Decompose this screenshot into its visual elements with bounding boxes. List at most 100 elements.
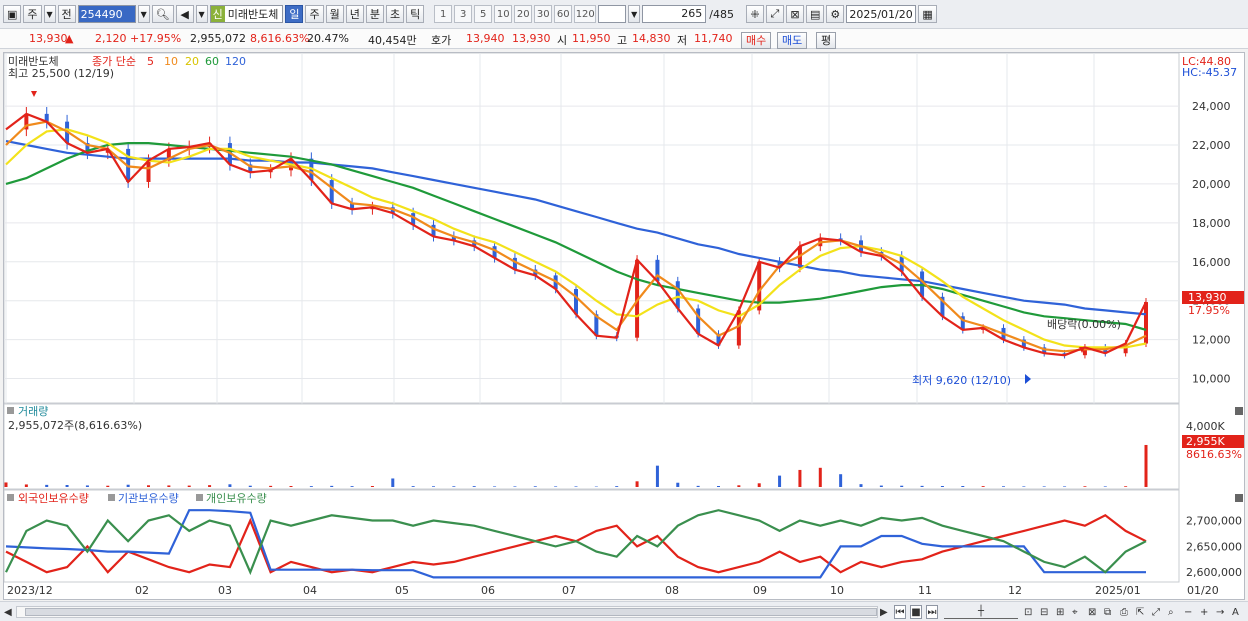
volume-bar: [411, 486, 415, 487]
sell-button[interactable]: 매도: [777, 32, 808, 49]
custom-interval-input[interactable]: [598, 5, 627, 23]
prev-button[interactable]: 전: [57, 5, 76, 23]
ma-legend-60: 60: [205, 55, 219, 68]
chart-area[interactable]: 미래반도체 종가 단순 5 10 20 60 120 최고 25,500 (12…: [3, 52, 1245, 600]
search-icon[interactable]: 🔍︎: [151, 5, 174, 23]
period-tick-tab[interactable]: 틱: [406, 5, 425, 23]
volume-bar: [269, 485, 273, 487]
volume-bar: [554, 486, 558, 487]
scroll-thumb[interactable]: [25, 608, 877, 616]
volume-bar: [533, 486, 537, 487]
buy-button[interactable]: 매수: [741, 32, 772, 49]
market-select[interactable]: 주: [23, 5, 42, 23]
volume-bar: [696, 485, 700, 487]
date-axis-right-label: 01/20: [1187, 584, 1219, 597]
split-icon[interactable]: ⊟: [1040, 605, 1048, 619]
volume-close-icon[interactable]: [1235, 407, 1243, 415]
period-year-tab[interactable]: 년: [345, 5, 364, 23]
interval-dropdown-icon[interactable]: ▼: [628, 5, 641, 23]
speaker-icon[interactable]: ◀: [175, 5, 194, 23]
scroll-left-icon[interactable]: ◀: [4, 605, 12, 619]
interval-3[interactable]: 3: [454, 5, 473, 23]
bottom-scrollbar: ◀ ▶ ⏮ ■ ⏭ ┼ ⊡ ⊟ ⊞ ⌖ ⊠ ⧉ ⎙ ⇱ ⤢ ⌕ − + → A: [0, 601, 1248, 621]
interval-20[interactable]: 20: [514, 5, 533, 23]
holding-close-icon[interactable]: [1235, 494, 1243, 502]
holding-legend-separator-icon: [108, 494, 115, 501]
high-price: 14,830: [632, 32, 671, 45]
period-day-tab[interactable]: 일: [285, 5, 304, 23]
period-second-tab[interactable]: 초: [385, 5, 405, 23]
data-count-input[interactable]: 265: [642, 5, 707, 23]
code-dropdown-icon[interactable]: ▼: [137, 5, 150, 23]
volume-bar: [350, 486, 354, 487]
crosshair-icon[interactable]: ⌖: [1072, 605, 1078, 619]
volume-bar: [961, 486, 965, 487]
volume-bar: [1103, 486, 1107, 487]
volume-bar: [900, 485, 904, 487]
volume-bar: [493, 486, 497, 487]
interval-120[interactable]: 120: [574, 5, 597, 23]
stock-name-box[interactable]: 신 미래반도체: [209, 5, 284, 23]
stop-icon[interactable]: ■: [910, 605, 922, 619]
zoom-out-icon[interactable]: −: [1184, 605, 1192, 619]
average-button[interactable]: 평: [816, 32, 837, 49]
interval-10[interactable]: 10: [494, 5, 513, 23]
date-axis: 2023/12 02 03 04 05 06 07 08 09 10 11 12 2025/01: [7, 584, 1141, 597]
volume-bar: [1022, 486, 1026, 487]
date-input[interactable]: 2025/01/20: [846, 5, 917, 23]
period-minute-tab[interactable]: 분: [365, 5, 384, 23]
text-icon[interactable]: A: [1232, 605, 1239, 619]
chart-canvas[interactable]: 미래반도체 종가 단순 5 10 20 60 120 최고 25,500 (12…: [3, 52, 1244, 599]
grid-icon[interactable]: ⁜: [745, 5, 764, 23]
interval-5[interactable]: 5: [474, 5, 493, 23]
capture-icon[interactable]: ⊠: [1088, 605, 1096, 619]
compare-icon[interactable]: ⊠: [785, 5, 804, 23]
zoom-in-icon[interactable]: +: [1200, 605, 1208, 619]
copy-icon[interactable]: ⧉: [1104, 605, 1111, 619]
period-week-tab[interactable]: 주: [305, 5, 324, 23]
price-tick-label: 20,000: [1192, 178, 1231, 191]
draw-tool-icon[interactable]: ⤢: [765, 5, 784, 23]
zoom-slider[interactable]: ┼: [944, 605, 1018, 619]
interval-1[interactable]: 1: [434, 5, 453, 23]
volume-bar: [1063, 486, 1067, 487]
stock-code-input[interactable]: 254490: [77, 5, 136, 23]
scroll-start-icon[interactable]: ⏮: [894, 605, 906, 619]
volume-bar: [778, 475, 782, 487]
change-amount: 2,120: [95, 32, 127, 45]
market-dropdown-icon[interactable]: ▼: [43, 5, 56, 23]
date-axis-label: 2025/01: [1095, 584, 1141, 597]
calendar-icon[interactable]: ▦: [918, 5, 937, 23]
period-month-tab[interactable]: 월: [325, 5, 344, 23]
font-size-icon[interactable]: →: [1216, 605, 1224, 619]
fullscreen-icon[interactable]: ⤢: [1152, 605, 1160, 619]
volume-bar: [370, 486, 374, 487]
up-arrow-icon: ▲: [65, 32, 74, 45]
volume-bar: [432, 486, 435, 487]
volume-bar: [126, 484, 130, 487]
volume-bar: [228, 484, 232, 487]
print-icon[interactable]: ⎙: [1120, 605, 1128, 619]
settings-gear-icon[interactable]: ⚙: [826, 5, 845, 23]
volume-bar: [147, 485, 150, 487]
export-icon[interactable]: ⇱: [1136, 605, 1144, 619]
scroll-right-icon[interactable]: ▶: [880, 605, 888, 619]
interval-60[interactable]: 60: [554, 5, 573, 23]
candle-body: [329, 180, 334, 204]
save-icon[interactable]: ▤: [805, 5, 825, 23]
volume-bar: [1002, 486, 1005, 487]
window-icon[interactable]: ▣: [3, 5, 22, 23]
volume-bar: [391, 478, 395, 487]
magnifier-icon[interactable]: ⌕: [1168, 605, 1174, 619]
interval-30[interactable]: 30: [534, 5, 553, 23]
volume-value: 2,955,072: [190, 32, 246, 45]
volume-bar: [309, 486, 313, 487]
scroll-end-icon[interactable]: ⏭: [926, 605, 938, 619]
overlay-icon[interactable]: ⊞: [1056, 605, 1064, 619]
volume-bar: [1083, 486, 1087, 487]
speaker-dropdown-icon[interactable]: ▼: [195, 5, 208, 23]
current-pct-tag-text: 17.95%: [1188, 304, 1230, 317]
scroll-track[interactable]: [16, 606, 878, 618]
layout-icon[interactable]: ⊡: [1024, 605, 1032, 619]
ma-legend-5: 5: [147, 55, 154, 68]
